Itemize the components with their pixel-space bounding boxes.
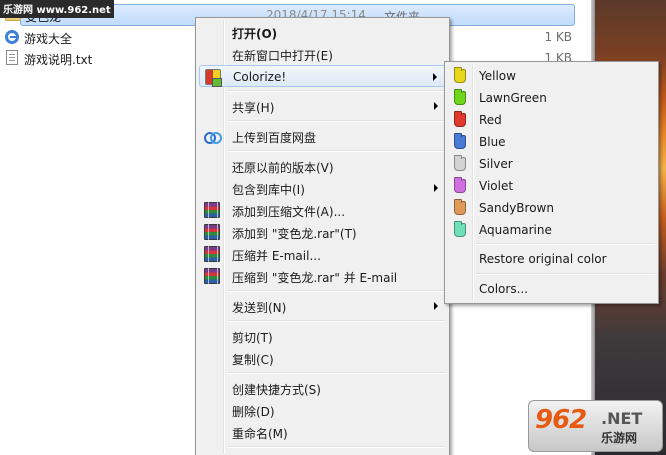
site-watermark: 乐游网 www.962.net <box>0 0 114 18</box>
submenu-arrow-icon <box>434 102 438 110</box>
menu-add-rar[interactable]: 添加到 "变色龙.rar"(T) <box>199 221 446 243</box>
submenu-arrow-icon <box>434 302 438 310</box>
color-option-aquamarine[interactable]: Aquamarine <box>448 219 655 241</box>
menu-rename[interactable]: 重命名(M) <box>199 421 446 443</box>
menu-label: 在新窗口中打开(E) <box>232 49 333 63</box>
brand-net: .NET <box>601 409 643 428</box>
menu-separator <box>227 150 446 152</box>
menu-label: 打开(O) <box>232 27 278 41</box>
submenu-arrow-icon <box>433 73 437 81</box>
menu-include-library[interactable]: 包含到库中(I) <box>199 177 446 199</box>
menu-share[interactable]: 共享(H) <box>199 95 446 117</box>
menu-label: Red <box>479 113 502 127</box>
winrar-icon <box>204 224 220 241</box>
winrar-icon <box>204 268 220 285</box>
menu-label: 重命名(M) <box>232 427 288 441</box>
menu-compress-email[interactable]: 压缩并 E-mail... <box>199 243 446 265</box>
color-option-red[interactable]: Red <box>448 109 655 131</box>
folder-color-icon <box>454 155 466 171</box>
menu-label: Yellow <box>479 69 516 83</box>
menu-label: 复制(C) <box>232 353 274 367</box>
menu-label: 共享(H) <box>232 101 275 115</box>
menu-label: LawnGreen <box>479 91 547 105</box>
menu-upload-baidu[interactable]: 上传到百度网盘 <box>199 125 446 147</box>
menu-cut[interactable]: 剪切(T) <box>199 325 446 347</box>
menu-create-shortcut[interactable]: 创建快捷方式(S) <box>199 377 446 399</box>
menu-label: Silver <box>479 157 513 171</box>
menu-colorize[interactable]: Colorize! <box>199 65 446 87</box>
menu-separator <box>476 273 655 275</box>
menu-label: 压缩并 E-mail... <box>232 249 321 263</box>
menu-colors-dialog[interactable]: Colors... <box>448 278 655 300</box>
colorize-submenu: Yellow LawnGreen Red Blue Silver Violet SandyB… <box>444 61 659 304</box>
folder-color-icon <box>454 111 466 127</box>
folder-color-icon <box>454 133 466 149</box>
menu-add-archive[interactable]: 添加到压缩文件(A)... <box>199 199 446 221</box>
menu-label: 包含到库中(I) <box>232 183 305 197</box>
color-option-sandybrown[interactable]: SandyBrown <box>448 197 655 219</box>
folder-color-icon <box>454 67 466 83</box>
menu-restore-original-color[interactable]: Restore original color <box>448 248 655 270</box>
menu-separator <box>227 372 446 374</box>
menu-label: Restore original color <box>479 252 607 266</box>
menu-label: Blue <box>479 135 506 149</box>
winrar-icon <box>204 246 220 263</box>
menu-label: 删除(D) <box>232 405 275 419</box>
text-file-icon <box>6 50 18 65</box>
menu-label: Colorize! <box>233 70 287 84</box>
menu-label: 创建快捷方式(S) <box>232 383 321 397</box>
file-name: 游戏说明.txt <box>24 53 93 67</box>
menu-separator <box>227 446 446 448</box>
menu-label: 上传到百度网盘 <box>232 131 317 145</box>
context-menu: 打开(O) 在新窗口中打开(E) Colorize! 共享(H) 上传到百度网盘… <box>195 17 450 455</box>
menu-label: SandyBrown <box>479 201 554 215</box>
menu-label: Aquamarine <box>479 223 552 237</box>
color-option-blue[interactable]: Blue <box>448 131 655 153</box>
color-option-violet[interactable]: Violet <box>448 175 655 197</box>
menu-label: Violet <box>479 179 514 193</box>
brand-watermark: 962 .NET 乐游网 <box>528 400 663 452</box>
baidu-cloud-icon <box>204 128 222 144</box>
menu-open-new-window[interactable]: 在新窗口中打开(E) <box>199 43 446 65</box>
menu-separator <box>227 90 446 92</box>
menu-separator <box>227 320 446 322</box>
menu-label: 还原以前的版本(V) <box>232 161 334 175</box>
menu-open[interactable]: 打开(O) <box>199 21 446 43</box>
color-option-silver[interactable]: Silver <box>448 153 655 175</box>
menu-restore-previous[interactable]: 还原以前的版本(V) <box>199 155 446 177</box>
folder-color-icon <box>454 221 466 237</box>
menu-send-to[interactable]: 发送到(N) <box>199 295 446 317</box>
menu-label: Colors... <box>479 282 529 296</box>
folder-color-icon <box>454 89 466 105</box>
color-option-yellow[interactable]: Yellow <box>448 65 655 87</box>
menu-separator <box>227 120 446 122</box>
winrar-icon <box>204 202 220 219</box>
menu-delete[interactable]: 删除(D) <box>199 399 446 421</box>
submenu-arrow-icon <box>434 184 438 192</box>
menu-label: 添加到压缩文件(A)... <box>232 205 346 219</box>
file-name: 游戏大全 <box>24 32 73 46</box>
colorize-icon <box>205 69 222 87</box>
brand-number: 962 <box>535 405 587 435</box>
menu-label: 剪切(T) <box>232 331 273 345</box>
menu-separator <box>476 243 655 245</box>
menu-label: 添加到 "变色龙.rar"(T) <box>232 227 357 241</box>
folder-color-icon <box>454 177 466 193</box>
menu-compress-rar-email[interactable]: 压缩到 "变色龙.rar" 并 E-mail <box>199 265 446 287</box>
folder-color-icon <box>454 199 466 215</box>
menu-copy[interactable]: 复制(C) <box>199 347 446 369</box>
menu-separator <box>227 290 446 292</box>
file-size: 1 KB <box>544 30 572 44</box>
color-option-lawngreen[interactable]: LawnGreen <box>448 87 655 109</box>
brand-cn: 乐游网 <box>601 431 638 445</box>
internet-shortcut-icon <box>5 30 19 44</box>
menu-label: 发送到(N) <box>232 301 287 315</box>
menu-label: 压缩到 "变色龙.rar" 并 E-mail <box>232 271 398 285</box>
